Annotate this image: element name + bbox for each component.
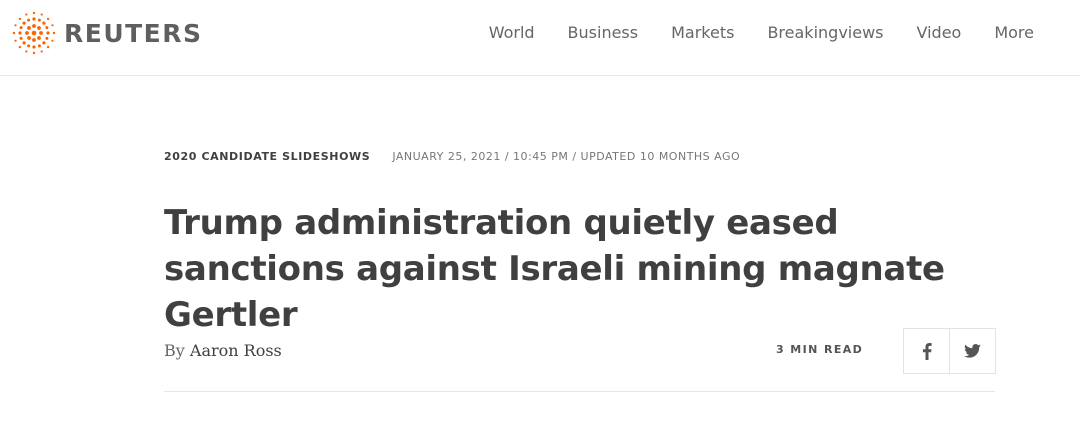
- article-dateline: JANUARY 25, 2021 / 10:45 PM / UPDATED 10…: [392, 150, 741, 163]
- nav-item-business[interactable]: Business: [568, 22, 639, 44]
- facebook-icon: [922, 342, 932, 360]
- header-divider: [164, 391, 995, 392]
- section-tag-link[interactable]: 2020 CANDIDATE SLIDESHOWS: [164, 150, 370, 163]
- nav-item-more[interactable]: More: [994, 22, 1034, 44]
- article-headline: Trump administration quietly eased sanct…: [164, 203, 945, 335]
- byline-prefix: By: [164, 341, 185, 360]
- author-link[interactable]: Aaron Ross: [190, 341, 282, 360]
- share-buttons: [903, 328, 996, 374]
- site-header: REUTERS World Business Markets Breakingv…: [0, 0, 1080, 76]
- nav-item-breakingviews[interactable]: Breakingviews: [767, 22, 883, 44]
- reuters-logo[interactable]: REUTERS: [12, 11, 203, 55]
- facebook-share-button[interactable]: [904, 329, 949, 373]
- nav-item-video[interactable]: Video: [917, 22, 962, 44]
- byline: By Aaron Ross: [164, 340, 282, 362]
- read-time: 3 MIN READ: [776, 343, 864, 356]
- reuters-logo-icon: [12, 11, 56, 55]
- nav-item-markets[interactable]: Markets: [671, 22, 734, 44]
- twitter-share-button[interactable]: [949, 329, 995, 373]
- nav-item-world[interactable]: World: [489, 22, 535, 44]
- main-nav: World Business Markets Breakingviews Vid…: [456, 22, 1034, 44]
- logo-wordmark: REUTERS: [64, 18, 203, 48]
- article-meta: 2020 CANDIDATE SLIDESHOWS JANUARY 25, 20…: [164, 150, 740, 163]
- twitter-icon: [964, 344, 981, 358]
